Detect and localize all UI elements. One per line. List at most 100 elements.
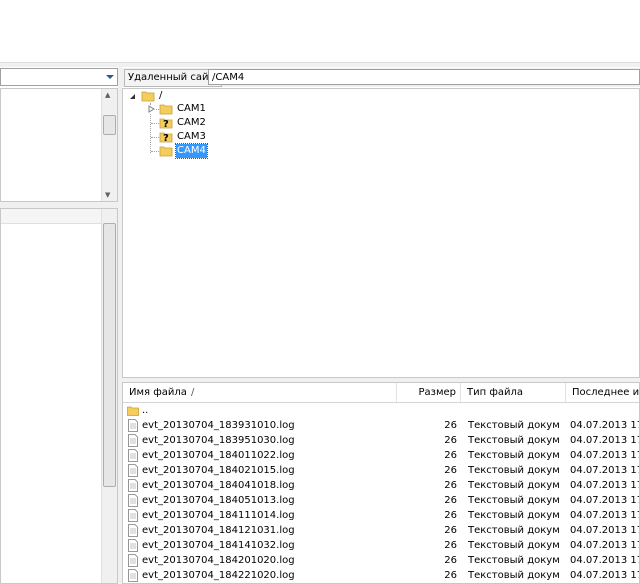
file-type: Текстовый докум... (468, 540, 560, 551)
file-row[interactable]: evt_20130704_184021015.log 26 Текстовый до… (123, 463, 639, 478)
file-modified: 04.07.2013 17:4 (570, 465, 639, 476)
file-name: evt_20130704_184111014.log (142, 510, 295, 521)
file-name: evt_20130704_184011022.log (142, 450, 295, 461)
file-type: Текстовый докум... (468, 555, 560, 566)
file-name: evt_20130704_184021015.log (142, 465, 295, 476)
file-row[interactable]: evt_20130704_183931010.log 26 Текстовый до… (123, 418, 639, 433)
file-name: evt_20130704_184141032.log (142, 540, 295, 551)
svg-text:?: ? (163, 119, 169, 130)
file-name: evt_20130704_184121031.log (142, 525, 295, 536)
file-type: Текстовый докум... (468, 525, 560, 536)
scroll-up-icon[interactable]: ▲ (105, 91, 110, 99)
text-file-icon (128, 569, 138, 582)
tree-connector (151, 123, 159, 125)
file-row[interactable]: evt_20130704_184201020.log 26 Текстовый до… (123, 553, 639, 568)
file-name: evt_20130704_183951030.log (142, 435, 295, 446)
scrollbar-thumb[interactable] (103, 223, 116, 487)
tree-item-cam1[interactable]: CAM1 (159, 102, 279, 116)
file-size: 26 (444, 495, 457, 506)
folder-icon (141, 91, 155, 102)
remote-file-list[interactable]: Имя файла / Размер Тип файла Последнее и… (122, 382, 640, 584)
remote-site-bar: Удаленный сайт: /CAM4 (122, 68, 640, 87)
file-modified: 04.07.2013 17:4 (570, 525, 639, 536)
file-name: evt_20130704_184201020.log (142, 555, 295, 566)
file-name: evt_20130704_183931010.log (142, 420, 295, 431)
text-file-icon (128, 434, 138, 447)
file-modified: 04.07.2013 17:4 (570, 480, 639, 491)
local-list-scrollbar[interactable] (101, 209, 117, 583)
file-type: Текстовый докум... (468, 465, 560, 476)
file-size: 26 (444, 435, 457, 446)
remote-site-label: Удаленный сайт: (124, 69, 222, 87)
text-file-icon (128, 449, 138, 462)
local-path-combobox[interactable] (0, 68, 118, 86)
file-name: evt_20130704_184051013.log (142, 495, 295, 506)
tree-item-label: CAM2 (177, 117, 206, 128)
file-row[interactable]: evt_20130704_184011022.log 26 Текстовый до… (123, 448, 639, 463)
file-modified: 04.07.2013 17:4 (570, 555, 639, 566)
file-name: .. (142, 405, 149, 416)
collapsed-arrow-icon[interactable] (148, 105, 155, 113)
local-file-list[interactable] (0, 208, 118, 584)
scroll-down-icon[interactable]: ▼ (105, 191, 110, 199)
file-name: evt_20130704_184041018.log (142, 480, 295, 491)
remote-directory-tree[interactable]: / CAM1 ? CAM2 ? CAM3 CAM4 (122, 88, 640, 378)
file-size: 26 (444, 540, 457, 551)
file-name: evt_20130704_184221020.log (142, 570, 295, 581)
file-modified: 04.07.2013 17:4 (570, 570, 639, 581)
tree-item-cam2[interactable]: ? CAM2 (159, 116, 279, 130)
sort-indicator-icon: / (191, 387, 195, 398)
dropdown-arrow-icon[interactable] (105, 73, 115, 81)
file-type: Текстовый докум... (468, 570, 560, 581)
column-header-modified[interactable]: Последнее изм (566, 383, 639, 402)
tree-item-cam3[interactable]: ? CAM3 (159, 130, 279, 144)
tree-item-label: CAM1 (177, 103, 206, 114)
file-size: 26 (444, 420, 457, 431)
tree-connector (151, 137, 159, 139)
expanded-arrow-icon[interactable] (129, 93, 136, 100)
file-modified: 04.07.2013 17:3 (570, 420, 639, 431)
text-file-icon (128, 554, 138, 567)
tree-root-label: / (159, 90, 163, 101)
scrollbar-thumb[interactable] (103, 115, 116, 135)
file-type: Текстовый докум... (468, 450, 560, 461)
folder-icon (159, 146, 173, 157)
local-directory-tree[interactable]: ▲ ▼ (0, 88, 118, 202)
file-list-header: Имя файла / Размер Тип файла Последнее и… (123, 383, 639, 403)
file-type: Текстовый докум... (468, 480, 560, 491)
file-row[interactable]: evt_20130704_184051013.log 26 Текстовый до… (123, 493, 639, 508)
file-size: 26 (444, 465, 457, 476)
text-file-icon (128, 419, 138, 432)
file-size: 26 (444, 555, 457, 566)
text-file-icon (128, 509, 138, 522)
remote-path-input[interactable]: /CAM4 (208, 69, 640, 85)
parent-directory-row[interactable]: .. (123, 403, 639, 418)
column-header-type[interactable]: Тип файла (461, 383, 566, 402)
text-file-icon (128, 494, 138, 507)
column-header-name-label: Имя файла (129, 387, 187, 398)
file-row[interactable]: evt_20130704_184111014.log 26 Текстовый до… (123, 508, 639, 523)
file-type: Текстовый докум... (468, 510, 560, 521)
toolbar-separator (0, 62, 640, 67)
column-header-name[interactable]: Имя файла / (123, 383, 397, 402)
file-row[interactable]: evt_20130704_184141032.log 26 Текстовый до… (123, 538, 639, 553)
folder-icon (127, 406, 139, 416)
file-size: 26 (444, 570, 457, 581)
file-modified: 04.07.2013 17:4 (570, 540, 639, 551)
file-row[interactable]: evt_20130704_184221020.log 26 Текстовый до… (123, 568, 639, 583)
file-row[interactable]: evt_20130704_184121031.log 26 Текстовый до… (123, 523, 639, 538)
file-size: 26 (444, 525, 457, 536)
local-tree-scrollbar[interactable]: ▲ ▼ (101, 89, 117, 201)
file-type: Текстовый докум... (468, 435, 560, 446)
tree-item-cam4[interactable]: CAM4 (159, 143, 279, 159)
file-size: 26 (444, 480, 457, 491)
file-size: 26 (444, 450, 457, 461)
column-header-size[interactable]: Размер (397, 383, 461, 402)
local-file-list-header (1, 209, 102, 224)
text-file-icon (128, 539, 138, 552)
svg-text:?: ? (163, 133, 169, 144)
file-type: Текстовый докум... (468, 420, 560, 431)
tree-item-label: CAM3 (177, 131, 206, 142)
file-row[interactable]: evt_20130704_183951030.log 26 Текстовый до… (123, 433, 639, 448)
file-row[interactable]: evt_20130704_184041018.log 26 Текстовый до… (123, 478, 639, 493)
